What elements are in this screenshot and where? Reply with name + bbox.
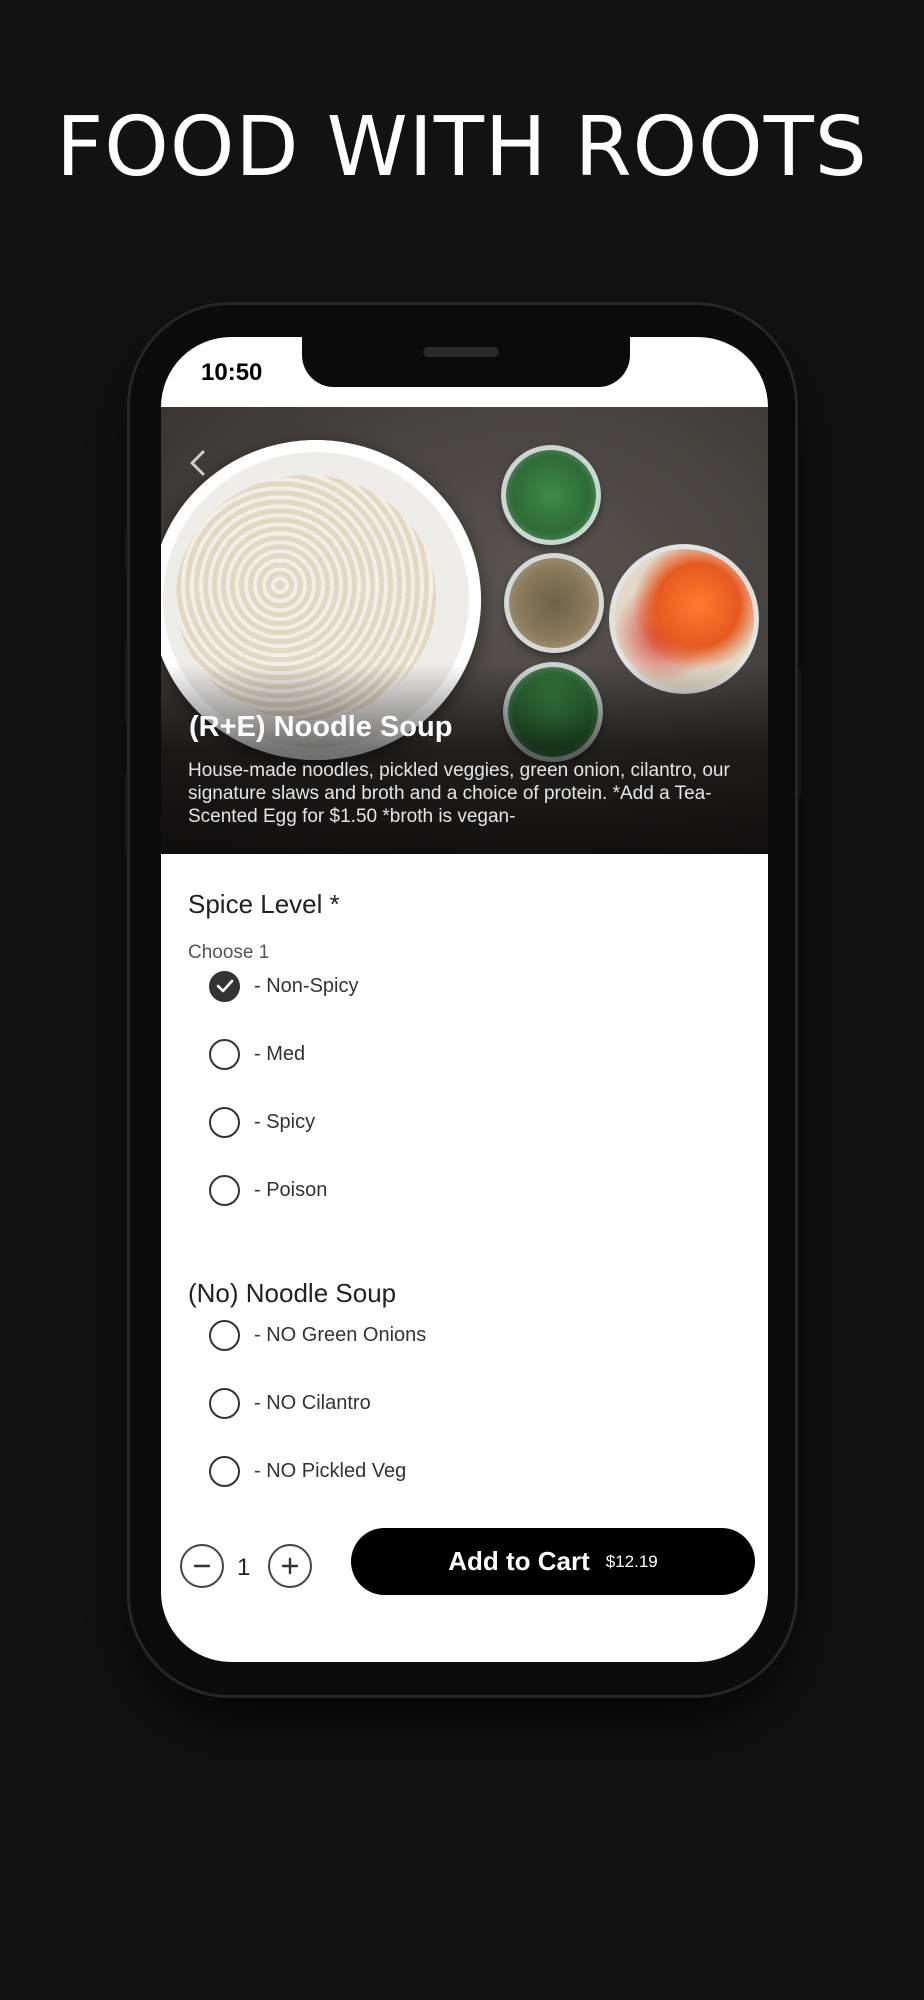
hero-image: (R+E) Noodle Soup House-made noodles, pi… [161,407,768,854]
spice-level-title: Spice Level * [188,889,340,919]
item-title: (R+E) Noodle Soup [189,711,453,743]
option-label: - Med [254,1042,306,1065]
option-label: - Spicy [254,1110,316,1133]
cart-price: $12.19 [605,1551,658,1571]
phone-notch [302,337,630,387]
plus-icon [281,1557,299,1575]
headline: FOOD WITH ROOTS [56,100,868,195]
back-chevron-icon[interactable] [181,447,213,479]
option-label: - Poison [254,1178,328,1201]
radio-unchecked-icon[interactable] [209,1319,240,1351]
spice-option-poison[interactable]: - Poison [209,1170,327,1210]
mushroom-cup-photo [504,553,604,653]
spice-option-med[interactable]: - Med [209,1034,305,1074]
speaker-grille [423,347,499,357]
item-description: House-made noodles, pickled veggies, gre… [188,760,730,827]
option-label: - Non-Spicy [254,974,359,997]
no-noodle-soup-title: (No) Noodle Soup [188,1278,397,1308]
spice-option-non-spicy[interactable]: - Non-Spicy [209,966,358,1006]
option-label: - NO Pickled Veg [254,1459,407,1482]
spice-level-subtitle: Choose 1 [188,942,270,963]
decrement-button[interactable] [180,1544,224,1588]
radio-unchecked-icon[interactable] [209,1038,240,1070]
radio-checked-icon[interactable] [209,970,240,1002]
cart-bar: 1 Add to Cart $12.19 [161,1528,768,1608]
option-label: - NO Green Onions [254,1323,427,1346]
quantity-value: 1 [237,1554,251,1581]
radio-unchecked-icon[interactable] [209,1387,240,1419]
minus-icon [193,1564,211,1568]
spice-option-spicy[interactable]: - Spicy [209,1102,315,1142]
noodle-option-no-cilantro[interactable]: - NO Cilantro [209,1383,371,1423]
radio-unchecked-icon[interactable] [209,1106,240,1138]
phone-screen: 10:50 (R+E) Noodle Soup House-made noodl… [161,337,768,1662]
radio-unchecked-icon[interactable] [209,1455,240,1487]
status-time: 10:50 [201,359,263,386]
radio-unchecked-icon[interactable] [209,1174,240,1206]
green-onion-cup-photo [501,445,601,545]
add-to-cart-label: Add to Cart [448,1546,590,1576]
add-to-cart-button[interactable]: Add to Cart $12.19 [351,1528,755,1595]
power-button [795,668,801,798]
option-label: - NO Cilantro [254,1391,371,1414]
noodle-option-no-pickled-veg[interactable]: - NO Pickled Veg [209,1451,406,1491]
noodle-option-no-green-onions[interactable]: - NO Green Onions [209,1315,426,1355]
increment-button[interactable] [268,1544,312,1588]
